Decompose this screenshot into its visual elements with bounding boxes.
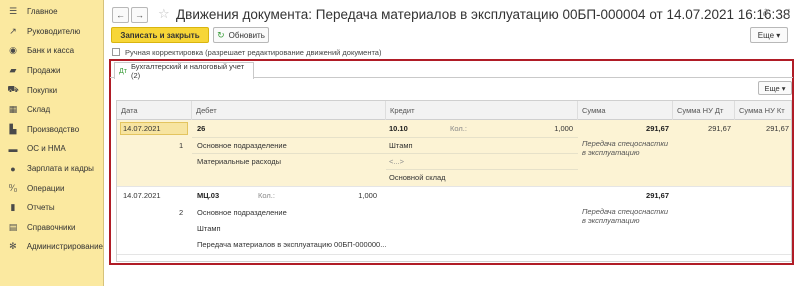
menu-icon: ☰ xyxy=(8,6,18,17)
toolbar: Записать и закрыть ↻ Обновить Еще ▾ xyxy=(104,27,800,45)
row-sum: 291,67 xyxy=(646,124,669,133)
person-icon: ● xyxy=(10,163,16,174)
row-sum: 291,67 xyxy=(646,191,669,200)
sales-bag-icon: ▰ xyxy=(9,65,17,76)
row-content: Передача спецоснастки в эксплуатацию xyxy=(582,139,669,157)
col-sum-nu-dt[interactable]: Сумма НУ Дт xyxy=(673,101,735,120)
bar-chart-icon: ▮ xyxy=(10,202,16,213)
sidebar-item-label: Главное xyxy=(27,7,58,17)
sidebar-item-assets[interactable]: ▬ ОС и НМА xyxy=(0,139,103,159)
debit-subconto-1: Основное подразделение xyxy=(197,208,287,217)
sidebar: ☰ Главное ↗ Руководителю ◉ Банк и касса … xyxy=(0,0,104,286)
debit-qty: 1,000 xyxy=(358,191,377,200)
credit-subconto-2: <...> xyxy=(389,157,405,166)
sidebar-item-directories[interactable]: ▤ Справочники xyxy=(0,218,103,238)
sidebar-item-label: Отчеты xyxy=(27,203,55,213)
credit-subconto-1: Штамп xyxy=(389,141,413,150)
title-bar: ← → ☆ Движения документа: Передача матер… xyxy=(104,4,800,26)
sidebar-item-sales[interactable]: ▰ Продажи xyxy=(0,61,103,81)
tab-label: Бухгалтерский и налоговый учет (2) xyxy=(130,62,245,80)
sidebar-item-label: Операции xyxy=(27,183,65,193)
page-title: Движения документа: Передача материалов … xyxy=(176,7,791,22)
refresh-button[interactable]: ↻ Обновить xyxy=(213,27,269,43)
debit-qty-label: Кол.: xyxy=(258,191,275,200)
manual-correction-checkbox[interactable] xyxy=(112,48,120,56)
grid-more-button[interactable]: Еще ▾ xyxy=(758,81,792,95)
row-date: 14.07.2021 xyxy=(123,191,161,200)
warehouse-icon: ▦ xyxy=(8,104,18,115)
sidebar-item-main[interactable]: ☰ Главное xyxy=(0,2,103,22)
debit-account: 26 xyxy=(197,124,206,133)
debit-subconto-3: Передача материалов в эксплуатацию 00БП-… xyxy=(197,240,387,249)
row-divider xyxy=(192,137,578,138)
row-number: 2 xyxy=(179,208,184,217)
gear-icon: ✻ xyxy=(9,241,17,252)
cart-icon: ⛟ xyxy=(7,84,19,95)
movements-table: Дата Дебет Кредит Сумма Сумма НУ Дт Сумм… xyxy=(116,100,792,262)
tab-accounting[interactable]: Дт Бухгалтерский и налоговый учет (2) xyxy=(114,62,254,80)
credit-qty: 1,000 xyxy=(554,124,573,133)
row-sum-nu-dt: 291,67 xyxy=(708,124,731,133)
sidebar-item-warehouse[interactable]: ▦ Склад xyxy=(0,100,103,120)
save-close-button[interactable]: Записать и закрыть xyxy=(111,27,209,43)
row-separator xyxy=(117,254,791,255)
book-icon: ▤ xyxy=(8,221,18,232)
factory-icon: ▙ xyxy=(9,123,17,134)
row-sum-nu-kt: 291,67 xyxy=(766,124,789,133)
sidebar-item-admin[interactable]: ✻ Администрирование xyxy=(0,237,103,257)
sidebar-item-label: Продажи xyxy=(27,66,61,76)
sidebar-item-label: Покупки xyxy=(27,85,58,95)
sidebar-item-label: Банк и касса xyxy=(27,46,75,56)
operations-icon: ⁰⁄₀ xyxy=(8,182,18,193)
refresh-icon: ↻ xyxy=(217,29,225,40)
row-separator xyxy=(117,186,791,187)
tab-bar: Дт Бухгалтерский и налоговый учет (2) xyxy=(110,61,793,80)
chart-trend-icon: ↗ xyxy=(9,25,17,36)
sidebar-item-production[interactable]: ▙ Производство xyxy=(0,120,103,140)
row-date: 14.07.2021 xyxy=(123,124,161,133)
sidebar-item-label: Зарплата и кадры xyxy=(27,164,94,174)
sidebar-item-label: ОС и НМА xyxy=(27,144,66,154)
row-divider xyxy=(192,153,578,154)
truck-icon: ▬ xyxy=(8,143,18,154)
sidebar-item-purchases[interactable]: ⛟ Покупки xyxy=(0,80,103,100)
row-divider xyxy=(386,169,578,170)
row-number: 1 xyxy=(179,141,184,150)
back-button[interactable]: ← xyxy=(112,7,129,23)
more-vertical-icon[interactable]: ⋮ xyxy=(784,8,794,19)
manual-correction-row[interactable]: Ручная корректировка (разрешает редактир… xyxy=(112,47,381,57)
table-header: Дата Дебет Кредит Сумма Сумма НУ Дт Сумм… xyxy=(117,101,791,120)
sidebar-item-label: Склад xyxy=(27,105,51,115)
col-credit[interactable]: Кредит xyxy=(386,101,578,120)
sidebar-item-label: Справочники xyxy=(27,222,76,232)
bank-icon: ◉ xyxy=(9,45,17,56)
debit-subconto-1: Основное подразделение xyxy=(197,141,287,150)
credit-subconto-3: Основной склад xyxy=(389,173,446,182)
refresh-label: Обновить xyxy=(228,30,265,40)
debit-subconto-2: Штамп xyxy=(197,224,221,233)
credit-account: 10.10 xyxy=(389,124,408,133)
col-date[interactable]: Дата xyxy=(117,101,192,120)
manual-correction-label: Ручная корректировка (разрешает редактир… xyxy=(125,47,382,57)
more-button[interactable]: Еще ▾ xyxy=(750,27,788,43)
debit-subconto-2: Материальные расходы xyxy=(197,157,281,166)
sidebar-item-reports[interactable]: ▮ Отчеты xyxy=(0,198,103,218)
debit-account: МЦ.03 xyxy=(197,191,220,200)
col-sum-nu-kt[interactable]: Сумма НУ Кт xyxy=(735,101,791,120)
col-debit[interactable]: Дебет xyxy=(192,101,386,120)
sidebar-item-label: Администрирование xyxy=(26,242,103,252)
forward-button[interactable]: → xyxy=(131,7,148,23)
accounting-register-icon: Дт xyxy=(119,67,127,75)
col-sum[interactable]: Сумма xyxy=(578,101,673,120)
favorite-star-icon[interactable]: ☆ xyxy=(158,7,170,21)
sidebar-item-label: Руководителю xyxy=(27,26,81,36)
sidebar-item-bank[interactable]: ◉ Банк и касса xyxy=(0,41,103,61)
sidebar-item-operations[interactable]: ⁰⁄₀ Операции xyxy=(0,178,103,198)
sidebar-item-manager[interactable]: ↗ Руководителю xyxy=(0,22,103,42)
sidebar-item-label: Производство xyxy=(27,124,80,134)
link-icon[interactable]: ∂ xyxy=(763,8,768,19)
sidebar-item-salary[interactable]: ● Зарплата и кадры xyxy=(0,159,103,179)
credit-qty-label: Кол.: xyxy=(450,124,467,133)
row-content: Передача спецоснастки в эксплуатацию xyxy=(582,207,669,225)
